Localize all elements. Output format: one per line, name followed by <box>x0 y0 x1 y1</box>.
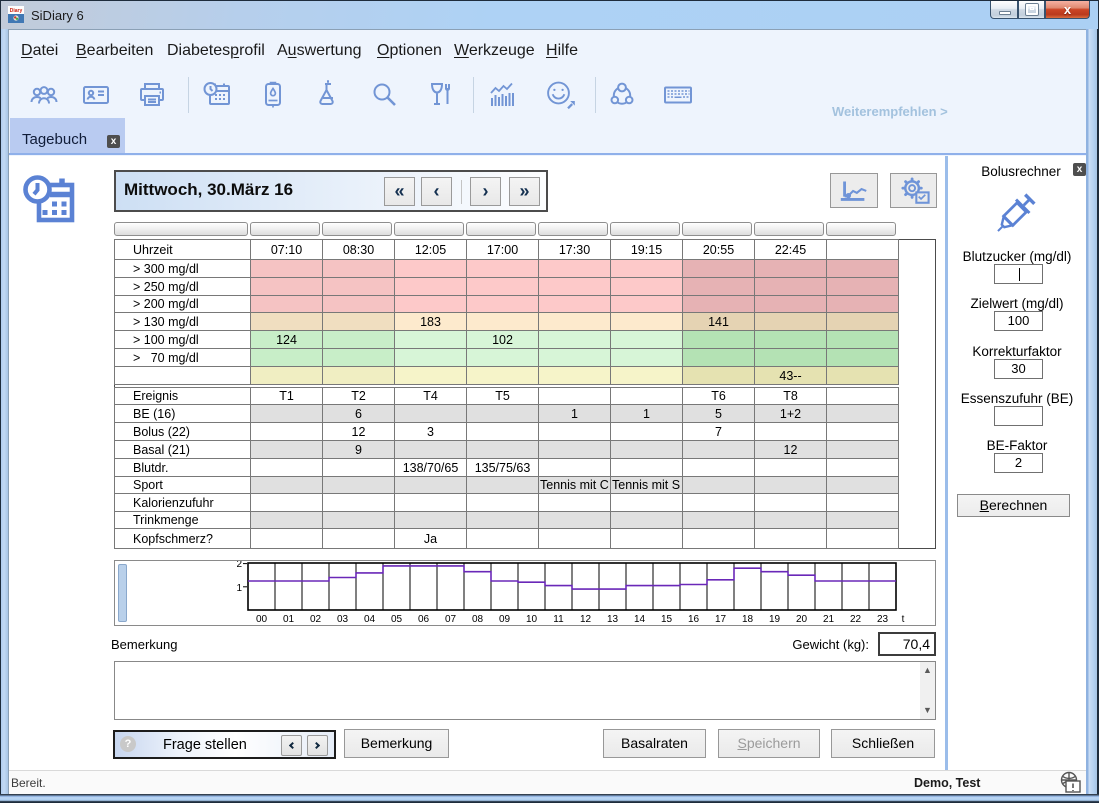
svg-text:12: 12 <box>580 614 592 625</box>
svg-text:14: 14 <box>634 614 646 625</box>
svg-text:Diary: Diary <box>10 8 23 14</box>
svg-text:19: 19 <box>769 614 781 625</box>
svg-text:21: 21 <box>823 614 835 625</box>
svg-text:09: 09 <box>499 614 511 625</box>
svg-text:16: 16 <box>688 614 700 625</box>
svg-text:17: 17 <box>715 614 727 625</box>
svg-text:05: 05 <box>391 614 403 625</box>
svg-text:2: 2 <box>236 561 242 570</box>
svg-text:1: 1 <box>236 583 242 594</box>
svg-text:07: 07 <box>445 614 457 625</box>
svg-text:22: 22 <box>850 614 862 625</box>
svg-text:10: 10 <box>526 614 538 625</box>
svg-text:08: 08 <box>472 614 484 625</box>
svg-text:00: 00 <box>256 614 268 625</box>
svg-text:15: 15 <box>661 614 673 625</box>
svg-text:06: 06 <box>418 614 430 625</box>
svg-text:01: 01 <box>283 614 295 625</box>
svg-text:04: 04 <box>364 614 376 625</box>
svg-text:20: 20 <box>796 614 808 625</box>
svg-text:02: 02 <box>310 614 322 625</box>
svg-text:23: 23 <box>877 614 889 625</box>
svg-text:t: t <box>902 614 905 625</box>
svg-text:18: 18 <box>742 614 754 625</box>
svg-text:03: 03 <box>337 614 349 625</box>
svg-text:13: 13 <box>607 614 619 625</box>
svg-text:11: 11 <box>553 614 564 625</box>
